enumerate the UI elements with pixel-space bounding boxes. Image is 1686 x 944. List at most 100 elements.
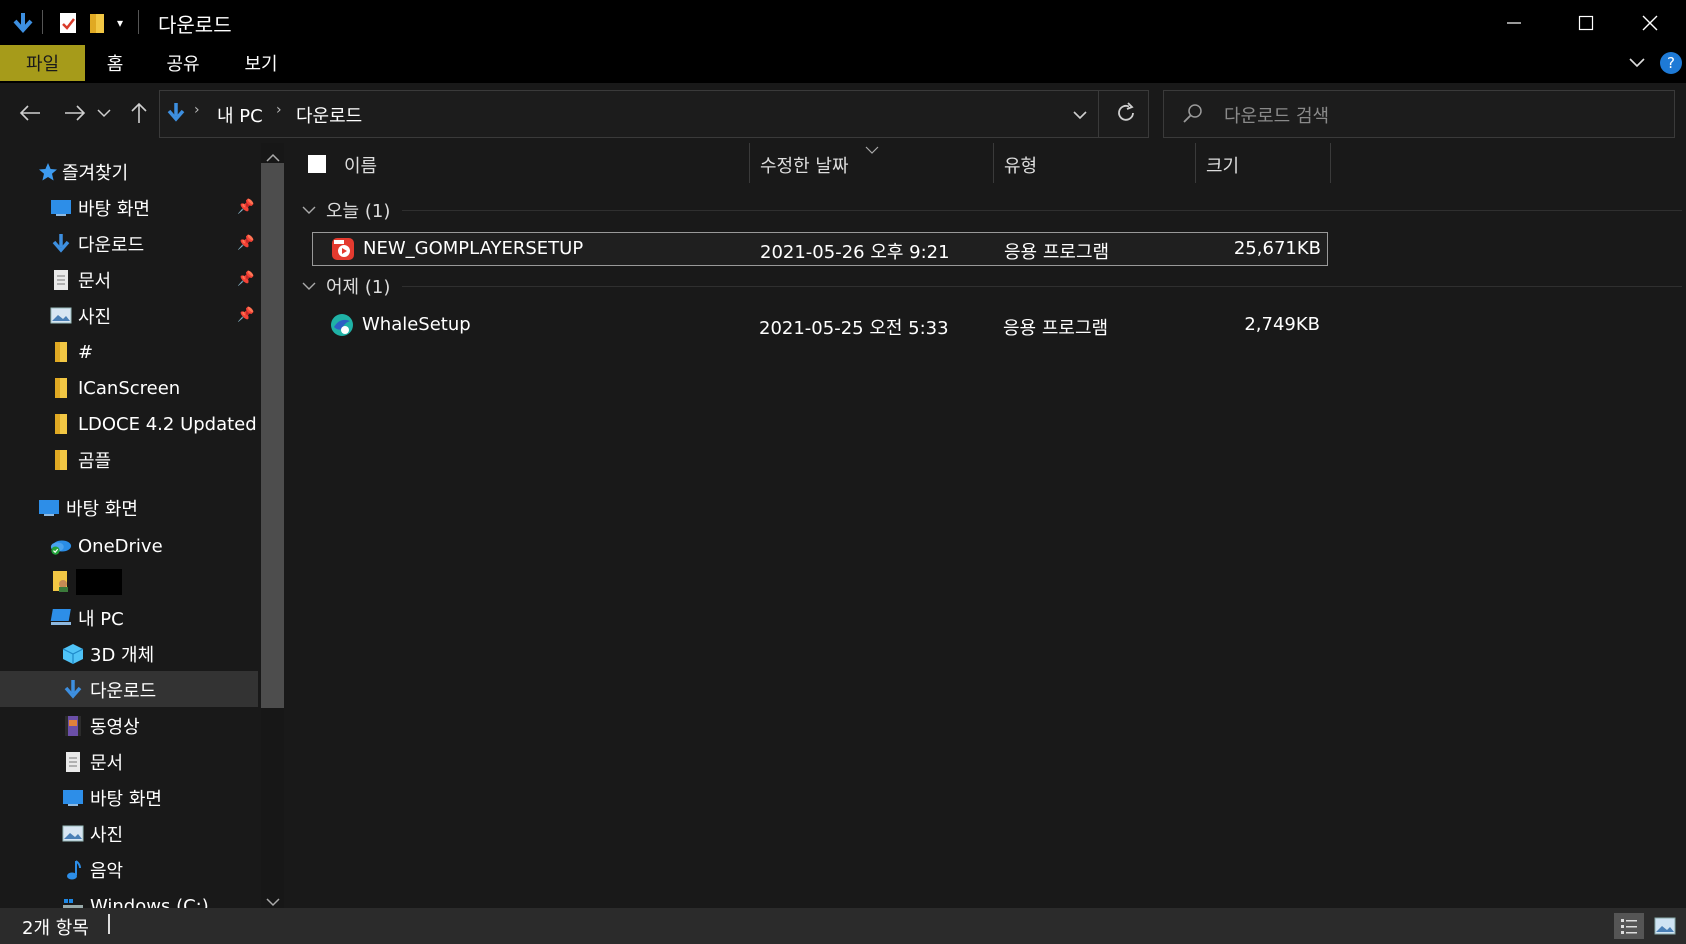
document-icon — [62, 751, 84, 773]
details-view-icon — [1621, 919, 1637, 934]
download-icon[interactable] — [8, 8, 38, 38]
desktop-icon — [50, 197, 72, 219]
folder-icon — [50, 449, 72, 471]
sidebar-item-pictures[interactable]: 사진 — [62, 817, 123, 851]
sidebar-item-3d-objects[interactable]: 3D 개체 — [62, 637, 154, 671]
tab-share[interactable]: 공유 — [158, 45, 208, 81]
sidebar-item-downloads[interactable]: 다운로드 — [62, 673, 156, 707]
new-folder-icon[interactable] — [84, 8, 110, 38]
arrow-up-icon — [131, 102, 147, 123]
back-button[interactable] — [12, 95, 48, 131]
sidebar-item-label: 다운로드 — [90, 681, 157, 702]
sidebar-item-folder-icanscreen[interactable]: ICanScreen — [50, 371, 180, 405]
close-icon — [1642, 15, 1658, 30]
group-label: 오늘 (1) — [326, 201, 391, 222]
maximize-button[interactable] — [1550, 0, 1622, 45]
search-input[interactable]: 다운로드 검색 — [1224, 102, 1329, 128]
sidebar-item-quick-access[interactable]: 즐겨찾기 — [38, 155, 128, 189]
close-button[interactable] — [1614, 0, 1686, 45]
file-size: 2,749KB — [1244, 314, 1320, 335]
refresh-icon — [1118, 102, 1134, 121]
sidebar-item-folder-gomplay[interactable]: 곰플 — [50, 443, 111, 477]
sidebar-item-onedrive[interactable]: OneDrive — [50, 529, 163, 563]
file-type: 응용 프로그램 — [1004, 242, 1110, 263]
sidebar-item-label: 다운로드 — [78, 235, 145, 256]
pin-icon[interactable]: 📌 — [237, 307, 254, 323]
sidebar-item-user-folder[interactable] — [50, 565, 122, 599]
sidebar-scrollbar[interactable] — [261, 143, 284, 908]
sidebar-item-label: 바탕 화면 — [90, 789, 162, 810]
sidebar-item-documents[interactable]: 문서 — [62, 745, 123, 779]
table-row[interactable]: NEW_GOMPLAYERSETUP 2021-05-26 오후 9:21 응용… — [312, 232, 1328, 266]
maximize-icon — [1578, 15, 1594, 30]
help-icon[interactable]: ? — [1660, 52, 1682, 74]
tab-file[interactable]: 파일 — [0, 45, 85, 81]
sidebar-item-this-pc[interactable]: 내 PC — [50, 601, 124, 635]
breadcrumb-separator-icon[interactable]: › — [194, 102, 200, 118]
table-row[interactable]: WhaleSetup 2021-05-25 오전 5:33 응용 프로그램 2,… — [312, 309, 1326, 341]
column-header-type[interactable]: 유형 — [1004, 143, 1037, 187]
sidebar-item-label: 내 PC — [78, 609, 124, 630]
select-all-checkbox[interactable] — [308, 155, 326, 173]
sidebar-item-desktop[interactable]: 바탕 화면 — [38, 491, 138, 525]
file-date: 2021-05-26 오후 9:21 — [760, 242, 950, 263]
arrow-left-icon — [19, 105, 40, 121]
file-date: 2021-05-25 오전 5:33 — [759, 318, 949, 339]
up-button[interactable] — [122, 95, 156, 131]
sidebar-item-folder-ldoce[interactable]: LDOCE 4.2 Updated 2( — [50, 407, 281, 441]
sidebar-item-label: 문서 — [78, 271, 112, 292]
sidebar-item-folder-hash[interactable]: # — [50, 335, 93, 369]
minimize-button[interactable] — [1478, 0, 1550, 45]
whale-icon — [330, 313, 354, 342]
recent-locations-button[interactable] — [92, 95, 116, 131]
group-header-yesterday[interactable]: 어제 (1) — [302, 273, 390, 299]
music-icon — [62, 859, 84, 881]
navigation-pane: 즐겨찾기 바탕 화면 📌 다운로드 📌 문서 📌 사진 📌 # ICanScre… — [0, 143, 287, 908]
desktop-icon — [38, 497, 60, 519]
tab-home[interactable]: 홈 — [95, 45, 135, 81]
search-icon — [1182, 102, 1204, 129]
sidebar-item-label: 바탕 화면 — [66, 499, 138, 520]
properties-icon[interactable] — [55, 8, 81, 38]
pin-icon[interactable]: 📌 — [237, 235, 254, 251]
breadcrumb-downloads[interactable]: 다운로드 — [296, 102, 362, 128]
large-icons-view-button[interactable] — [1650, 913, 1680, 939]
sidebar-item-desktop-pinned[interactable]: 바탕 화면 — [50, 191, 150, 225]
pin-icon[interactable]: 📌 — [237, 271, 254, 287]
column-header-size[interactable]: 크기 — [1206, 143, 1239, 187]
sidebar-item-pictures-pinned[interactable]: 사진 — [50, 299, 111, 333]
folder-icon — [50, 413, 72, 435]
forward-button[interactable] — [57, 95, 93, 131]
minimize-icon — [1507, 21, 1521, 24]
redacted-label — [76, 569, 122, 595]
user-folder-icon — [50, 571, 72, 593]
search-box[interactable]: 다운로드 검색 — [1163, 90, 1675, 138]
breadcrumb-this-pc[interactable]: 내 PC — [217, 102, 263, 128]
pin-icon[interactable]: 📌 — [237, 199, 254, 215]
sidebar-item-drive-c[interactable]: Windows (C:) — [62, 889, 209, 908]
download-icon — [62, 679, 84, 701]
scrollbar-thumb[interactable] — [261, 163, 284, 708]
group-header-today[interactable]: 오늘 (1) — [302, 197, 390, 223]
ribbon-tabs: 파일 홈 공유 보기 ? — [0, 45, 1686, 83]
details-view-button[interactable] — [1614, 913, 1644, 939]
address-bar[interactable]: › 내 PC › 다운로드 — [159, 90, 1149, 138]
column-header-name[interactable]: 이름 — [344, 143, 377, 187]
file-size: 25,671KB — [1233, 238, 1321, 259]
sidebar-item-desktop-pc[interactable]: 바탕 화면 — [62, 781, 162, 815]
sidebar-item-downloads-pinned[interactable]: 다운로드 — [50, 227, 144, 261]
sidebar-item-documents-pinned[interactable]: 문서 — [50, 263, 111, 297]
sidebar-item-music[interactable]: 음악 — [62, 853, 123, 887]
sidebar-item-videos[interactable]: 동영상 — [62, 709, 140, 743]
tab-view[interactable]: 보기 — [236, 45, 286, 81]
file-list: 이름 수정한 날짜 유형 크기 오늘 (1) NEW_GOMPLAYERSETU… — [290, 143, 1686, 908]
sidebar-item-label: 즐겨찾기 — [62, 163, 129, 184]
breadcrumb-separator-icon[interactable]: › — [276, 102, 282, 118]
refresh-button[interactable] — [1115, 101, 1137, 130]
ribbon-expand-chevron-icon[interactable] — [1628, 53, 1646, 75]
column-header-date[interactable]: 수정한 날짜 — [760, 143, 849, 187]
customize-toolbar-chevron-icon[interactable]: ▾ — [110, 8, 130, 38]
sidebar-item-label: 문서 — [90, 753, 124, 774]
sidebar-item-label: # — [78, 341, 94, 363]
address-history-button[interactable] — [1072, 105, 1088, 126]
